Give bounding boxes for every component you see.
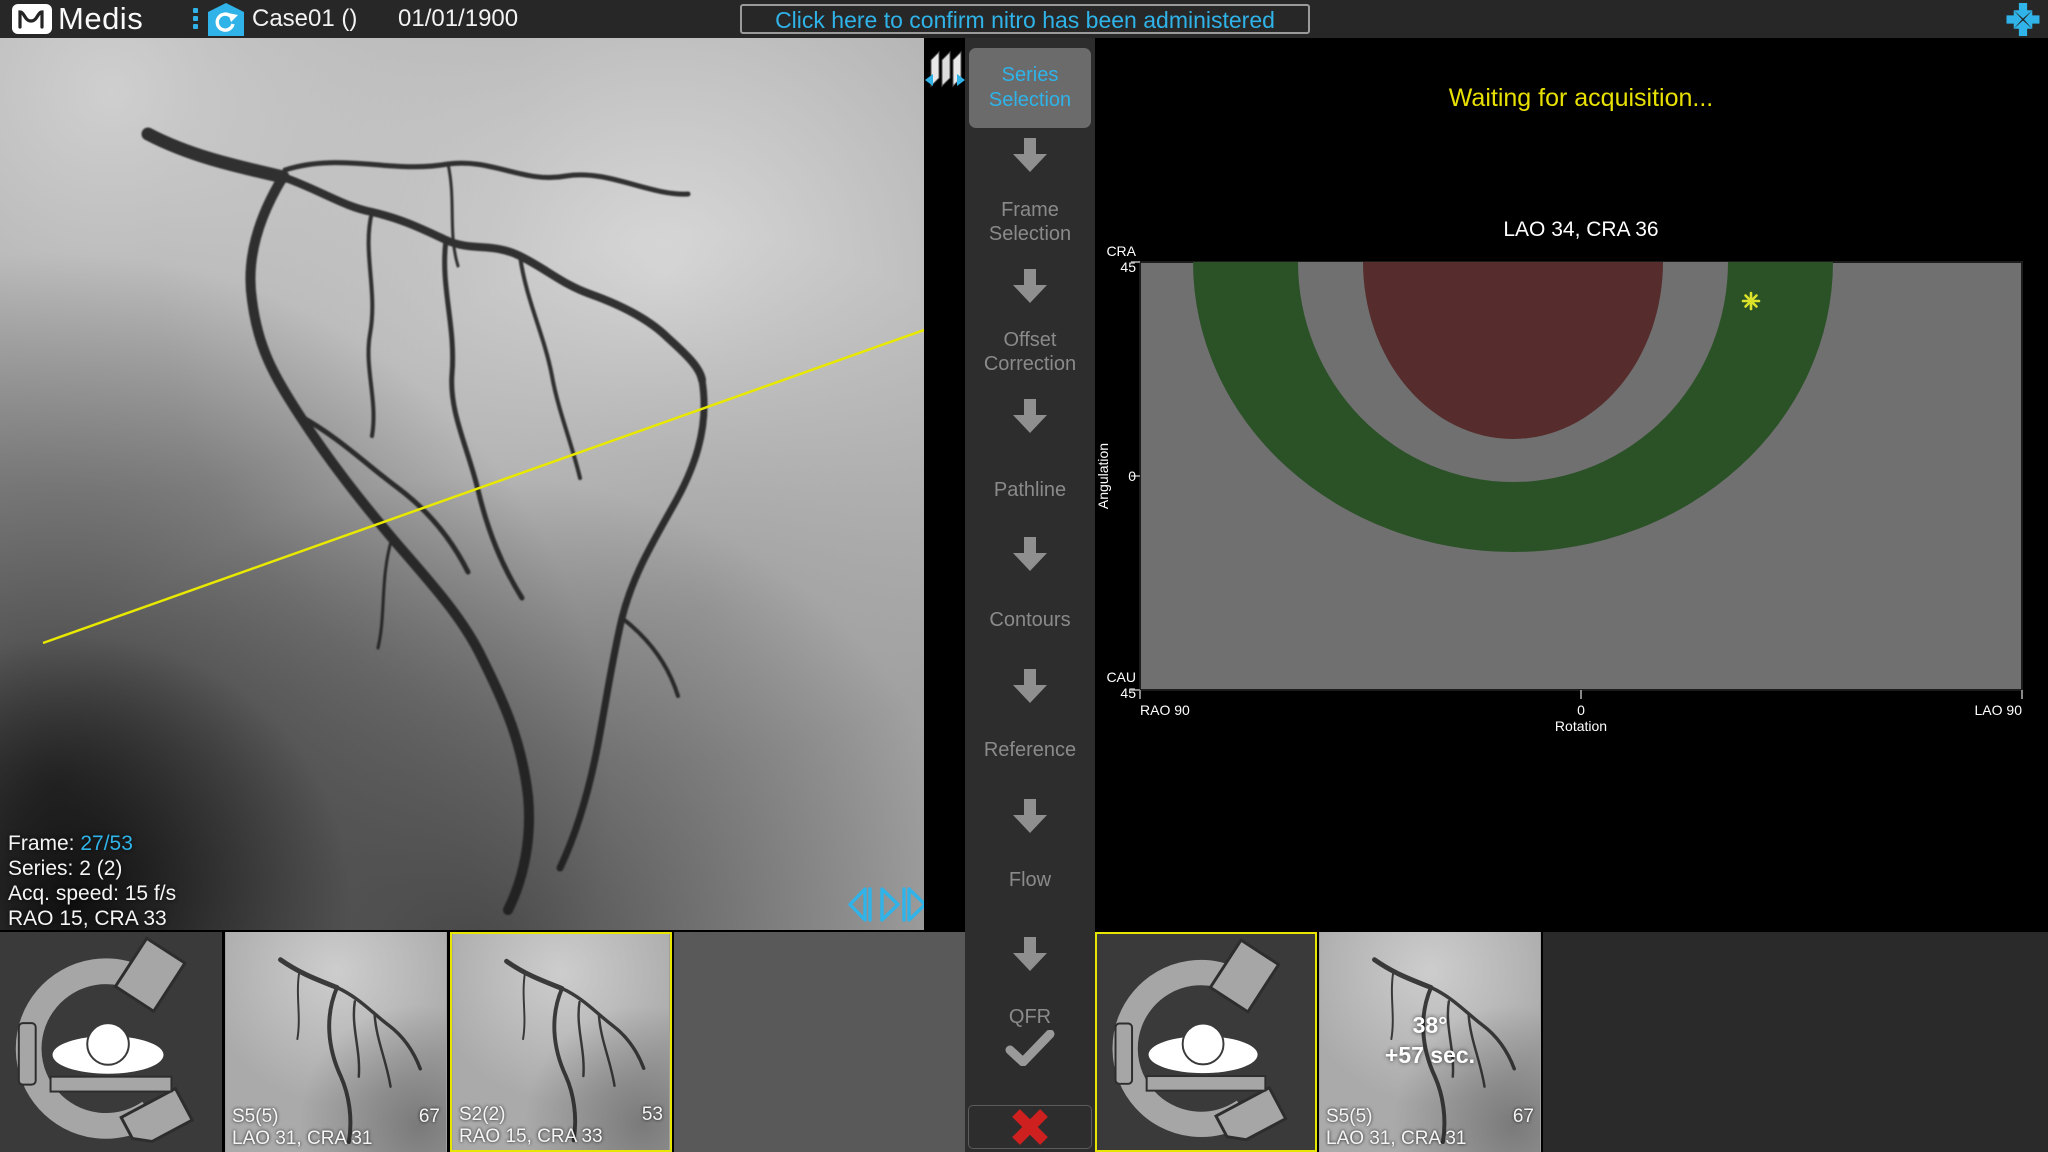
y-mid-label: 0 [1128,468,1136,484]
thumb-series-id: S5(5) [232,1106,278,1128]
step-forward-icon[interactable] [904,889,924,920]
projection-angles: RAO 15, CRA 33 [8,906,176,930]
confirm-check-icon[interactable] [1004,1030,1056,1066]
y-axis-title: Angulation [1095,443,1111,509]
brand-name: Medis [58,0,143,38]
frame-value: 27/53 [80,832,133,855]
workflow-arrow-icon [1006,398,1054,434]
x-max-label: LAO 90 [1975,702,2023,718]
thumbnail-strip-filler [674,932,965,1152]
thumbnail-series-s5-right[interactable]: 38° +57 sec. S5(5) 67 LAO 31, CRA 31 [1319,932,1541,1152]
workflow-step-series-selection[interactable]: Series Selection [969,48,1091,128]
x-mid-label: 0 [1577,702,1585,718]
collapse-arrows-icon[interactable] [2004,3,2042,36]
workflow-step-flow[interactable]: Flow [965,868,1095,892]
current-position-asterisk [1743,293,1759,309]
chart-title: LAO 34, CRA 36 [1140,218,2022,242]
c-arm-gantry-icon [0,932,222,1152]
thumb-series-id: S2(2) [459,1104,505,1126]
rotation-delta: 38° [1319,1010,1541,1040]
case-name: Case01 () [252,0,357,37]
workflow-arrow-icon [1006,936,1054,972]
workflow-step-pathline[interactable]: Pathline [965,478,1095,502]
x-min-label: RAO 90 [1140,702,1190,718]
thumbnail-series-s5[interactable]: S5(5) 67 LAO 31, CRA 31 [225,932,447,1152]
thumb-frame-count: 53 [642,1104,663,1126]
thumb-projection: RAO 15, CRA 33 [459,1126,603,1148]
workflow-arrow-icon [1006,137,1054,173]
workflow-arrow-icon [1006,536,1054,572]
menu-dots-icon[interactable] [193,8,199,32]
series-info: Series: 2 (2) [8,856,176,881]
cancel-button[interactable] [968,1105,1092,1149]
workflow-step-frame-selection[interactable]: Frame Selection [965,198,1095,246]
c-arm-live-cell[interactable] [0,932,222,1152]
rotation-angulation-chart: CRA 45 0 CAU 45 Angulation RAO 90 0 Rota… [1095,245,2048,745]
workflow-arrow-icon [1006,668,1054,704]
acq-speed: Acq. speed: 15 f/s [8,881,176,906]
medis-logo-icon [12,4,52,34]
y-max-label-2: 45 [1120,259,1136,275]
thumb-series-id: S5(5) [1326,1106,1372,1128]
study-date: 01/01/1900 [398,0,518,37]
application-window: Medis Case01 () 01/01/1900 Click here to… [0,0,2048,1152]
viewer-overlay-info: Frame: 27/53 Series: 2 (2) Acq. speed: 1… [8,831,176,930]
workflow-step-offset-correction[interactable]: Offset Correction [965,328,1095,376]
series-stack-icon[interactable] [925,46,965,96]
thumb-frame-count: 67 [419,1106,440,1128]
viewer-side-strip [924,38,965,930]
y-min-label-2: 45 [1120,685,1136,701]
thumbnail-strip-filler-right [1543,932,2048,1152]
thumbnail-series-s2-selected[interactable]: S2(2) 53 RAO 15, CRA 33 [450,932,672,1152]
y-max-label-1: CRA [1106,245,1136,259]
x-axis-title: Rotation [1555,718,1607,734]
red-cross-icon [1010,1109,1050,1145]
top-bar: Medis Case01 () 01/01/1900 Click here to… [0,0,2048,38]
workflow-arrow-icon [1006,268,1054,304]
c-arm-gantry-icon [1097,934,1315,1150]
gantry-delta-overlay: 38° +57 sec. [1319,1010,1541,1070]
thumb-projection: LAO 31, CRA 31 [1326,1128,1466,1150]
workflow-panel: Series Selection Frame Selection Offset … [965,38,1095,1152]
acquisition-panel: Waiting for acquisition... LAO 34, CRA 3… [1095,38,2048,930]
angiogram-viewport[interactable]: Frame: 27/53 Series: 2 (2) Acq. speed: 1… [0,38,924,930]
frame-label: Frame: [8,832,75,855]
confirm-nitro-button[interactable]: Click here to confirm nitro has been adm… [740,4,1310,34]
xray-image [0,38,924,930]
thumb-frame-count: 67 [1513,1106,1534,1128]
thumb-projection: LAO 31, CRA 31 [232,1128,372,1150]
y-min-label-1: CAU [1106,669,1136,685]
case-icon[interactable] [208,3,244,36]
workflow-arrow-icon [1006,798,1054,834]
play-icon[interactable] [882,889,898,920]
playback-controls [844,884,924,926]
time-delta: +57 sec. [1319,1040,1541,1070]
c-arm-position-cell-selected[interactable] [1095,932,1317,1152]
acquisition-status: Waiting for acquisition... [1140,84,2022,113]
workflow-step-contours[interactable]: Contours [965,608,1095,632]
workflow-step-qfr[interactable]: QFR [965,1005,1095,1029]
step-back-icon[interactable] [850,889,870,920]
workflow-step-reference[interactable]: Reference [965,738,1095,762]
